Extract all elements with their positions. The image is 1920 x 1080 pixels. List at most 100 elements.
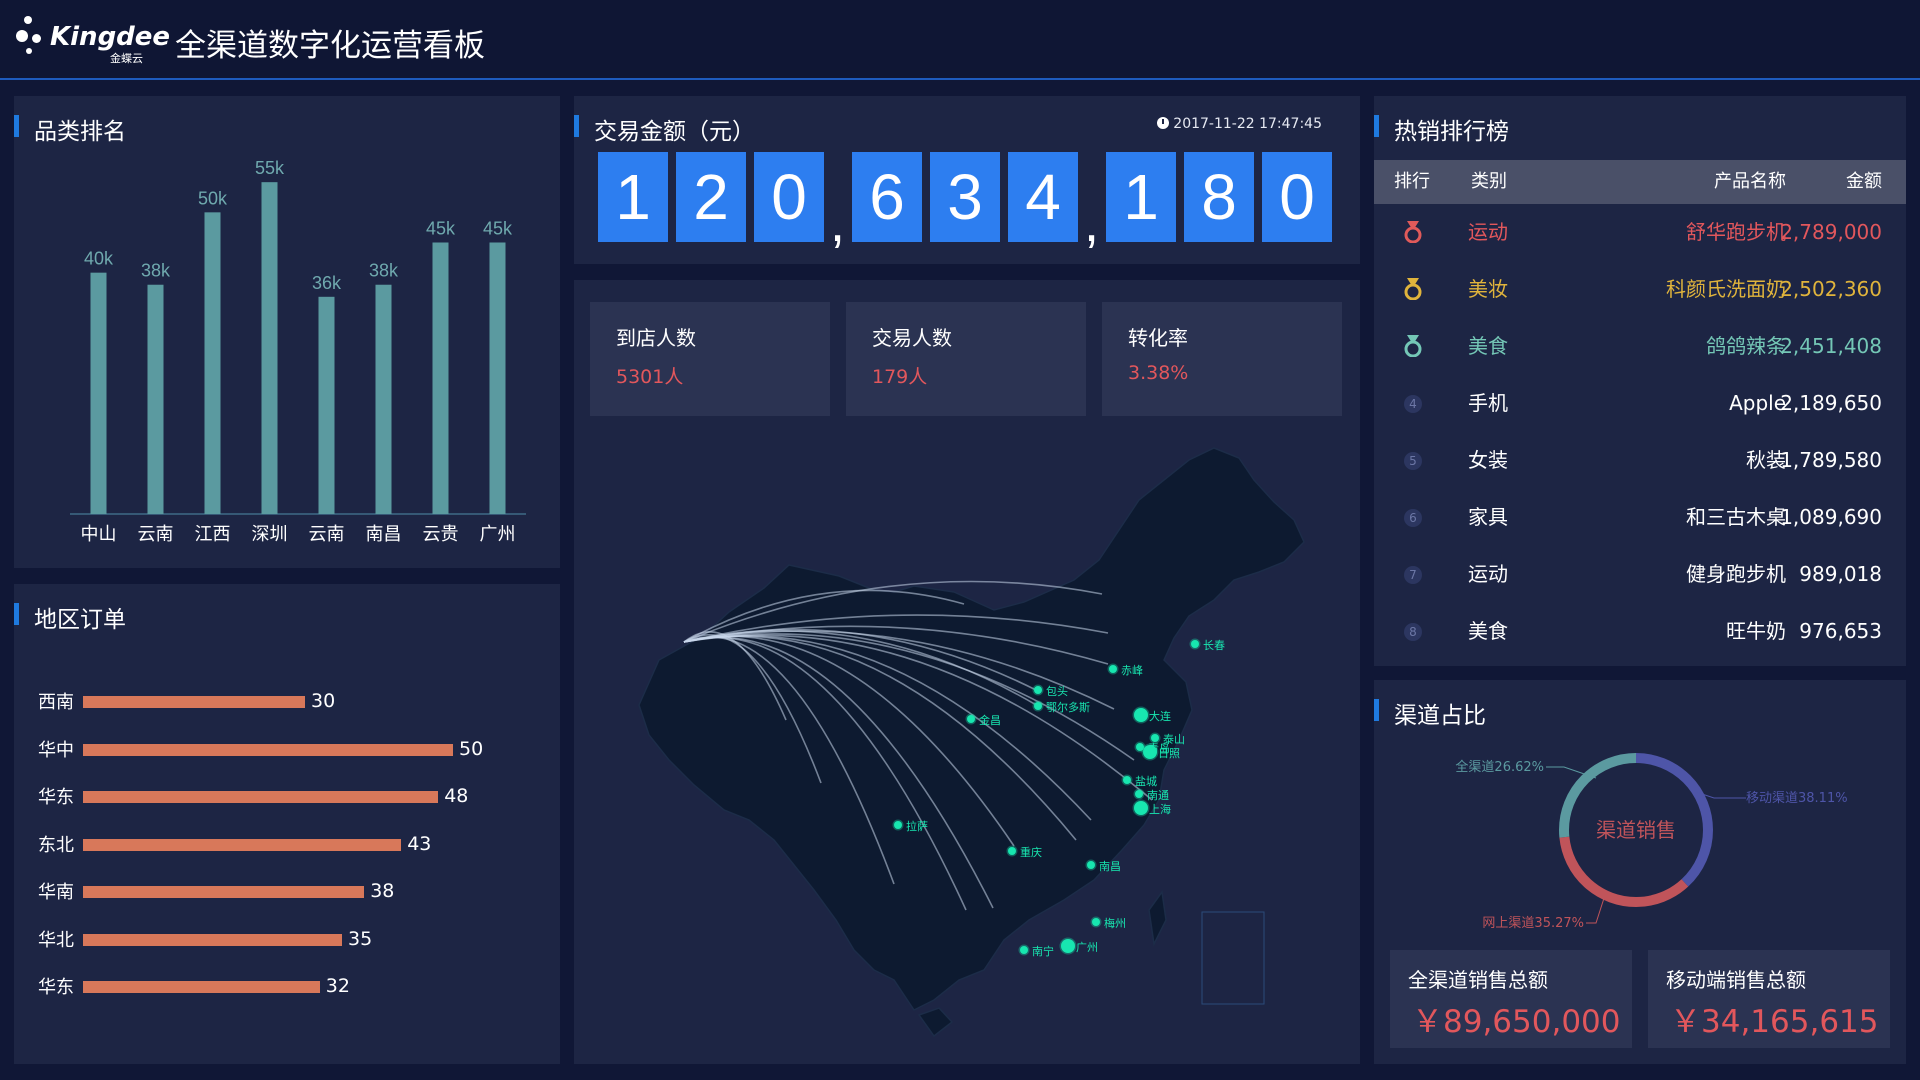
- ranking-row[interactable]: 5 女装 秋装 1,789,580: [1374, 432, 1906, 489]
- category-tick-label: 中山: [81, 524, 117, 545]
- city-label: 长春: [1203, 639, 1225, 652]
- city-marker[interactable]: [1189, 638, 1201, 650]
- category-bar[interactable]: [318, 296, 335, 514]
- category-bar-chart: 40k 中山 38k 云南 50k 江西 55k 深圳 36k 云南 38k 南昌 45k 云贵 45k 广州: [70, 158, 526, 545]
- col-amount: 金额: [1846, 171, 1882, 192]
- city-label: 包头: [1046, 685, 1068, 698]
- region-label: 华南: [38, 882, 74, 903]
- city-label: 上海: [1149, 802, 1171, 816]
- city-marker[interactable]: [1032, 700, 1044, 712]
- city-label: 盐城: [1135, 775, 1157, 788]
- ranking-row[interactable]: 4 手机 Apple 2,189,650: [1374, 375, 1906, 432]
- thousands-separator: ,: [1084, 193, 1100, 253]
- rank-number-badge: 6: [1404, 509, 1422, 527]
- category-tick-label: 云贵: [423, 524, 459, 545]
- region-bar-value: 43: [407, 832, 432, 855]
- amount-digit: 8: [1184, 152, 1254, 242]
- timestamp-text: 2017-11-22 17:47:45: [1173, 116, 1322, 132]
- region-bar[interactable]: [83, 981, 320, 993]
- region-bar[interactable]: [83, 838, 402, 851]
- amount-digit: 2: [676, 152, 746, 242]
- city-label: 青岛: [1148, 741, 1170, 755]
- category-ranking-panel: 品类排名 40k 中山 38k 云南 50k 江西 55k 深圳 36k 云南 38k 南昌 45k 云贵…: [14, 96, 560, 568]
- amount-digit: 4: [1008, 152, 1078, 242]
- hot-sales-ranking-panel: 热销排行榜 排行 类别 产品名称 金额 运动 舒华跑步机 2,789,000 美妆 科颜…: [1374, 96, 1906, 666]
- row-amount: 2,189,650: [1780, 391, 1882, 415]
- row-amount: 1,789,580: [1780, 448, 1882, 472]
- city-label: 拉萨: [906, 819, 928, 833]
- total-all-channel-sales: 全渠道销售总额 ￥89,650,000: [1390, 950, 1632, 1048]
- city-marker[interactable]: [1132, 706, 1150, 724]
- row-product: 科颜氏洗面奶: [1666, 277, 1786, 301]
- city-marker[interactable]: [1018, 944, 1030, 956]
- china-map-shape: [638, 447, 1305, 1011]
- page-title: 全渠道数字化运营看板: [175, 28, 485, 64]
- city-marker[interactable]: [1059, 937, 1077, 955]
- ranking-row[interactable]: 美食 鸽鸽辣条 2,451,408: [1374, 318, 1906, 375]
- amount-digit: 0: [1262, 152, 1332, 242]
- city-marker[interactable]: [892, 819, 904, 831]
- store-stats-map-panel: 到店人数 5301人 交易人数 179人 转化率 3.38% 长春 赤峰 包头 鄂尔多…: [574, 280, 1360, 1064]
- category-bar[interactable]: [147, 284, 164, 514]
- thousands-separator: ,: [830, 193, 846, 253]
- category-bar[interactable]: [261, 182, 278, 514]
- logo-text: Kingdee: [50, 22, 171, 52]
- city-marker[interactable]: [965, 713, 977, 725]
- ranking-row[interactable]: 6 家具 和三古木桌 1,089,690: [1374, 489, 1906, 546]
- region-label: 华东: [38, 977, 74, 998]
- ranking-row[interactable]: 8 美食 旺牛奶 976,653: [1374, 603, 1906, 660]
- amount-digit: 6: [852, 152, 922, 242]
- row-category: 运动: [1468, 220, 1508, 244]
- col-product: 产品名称: [1714, 171, 1786, 192]
- ranking-row[interactable]: 7 运动 健身跑步机 989,018: [1374, 546, 1906, 603]
- row-category: 女装: [1468, 448, 1508, 472]
- region-label: 华北: [38, 929, 74, 951]
- region-label: 西南: [38, 692, 74, 713]
- south-sea-inset: [1201, 911, 1265, 1005]
- city-marker[interactable]: [1121, 774, 1133, 786]
- category-bar[interactable]: [375, 284, 392, 514]
- logo-dot: [26, 48, 32, 54]
- total-value: ￥89,650,000: [1412, 1004, 1621, 1040]
- channel-donut-chart: 渠道销售 移动渠道38.11% 网上渠道35.27% 全渠道26.62%: [1455, 753, 1848, 931]
- category-bar[interactable]: [90, 272, 107, 514]
- region-orders-title: 地区订单: [14, 600, 126, 634]
- city-marker[interactable]: [1085, 859, 1097, 871]
- row-category: 手机: [1468, 391, 1508, 415]
- city-marker[interactable]: [1134, 741, 1146, 753]
- row-amount: 2,789,000: [1780, 220, 1882, 244]
- region-bar[interactable]: [83, 933, 342, 946]
- city-marker[interactable]: [1132, 799, 1150, 817]
- hainan-island: [917, 1007, 954, 1038]
- region-bar[interactable]: [83, 886, 365, 898]
- kingdee-logo[interactable]: Kingdee 金蝶云: [14, 12, 170, 68]
- ranking-row[interactable]: 运动 舒华跑步机 2,789,000: [1374, 204, 1906, 261]
- bar-value-label: 40k: [84, 249, 114, 269]
- bar-value-label: 36k: [312, 273, 342, 293]
- city-marker[interactable]: [1107, 663, 1119, 675]
- row-amount: 2,451,408: [1780, 334, 1882, 358]
- city-marker[interactable]: [1090, 916, 1102, 928]
- category-bar[interactable]: [204, 212, 221, 514]
- city-marker[interactable]: [1006, 845, 1018, 857]
- row-category: 美食: [1468, 619, 1508, 643]
- category-bar[interactable]: [432, 242, 449, 515]
- region-bar-value: 50: [459, 737, 484, 760]
- transaction-amount-title: 交易金额（元）: [574, 112, 755, 146]
- region-bar[interactable]: [83, 696, 305, 708]
- region-bar[interactable]: [83, 743, 453, 756]
- row-product: 和三古木桌: [1686, 505, 1786, 529]
- china-map[interactable]: 长春赤峰包头鄂尔多斯大连金昌泰山日照青岛盐城南通上海拉萨重庆南昌梅州广州南宁: [574, 280, 1360, 1064]
- region-bar-value: 30: [311, 690, 336, 712]
- city-marker[interactable]: [1133, 788, 1145, 800]
- city-marker[interactable]: [1032, 684, 1044, 696]
- ranking-row[interactable]: 美妆 科颜氏洗面奶 2,502,360: [1374, 261, 1906, 318]
- region-bar[interactable]: [83, 791, 439, 803]
- city-marker[interactable]: [1149, 732, 1161, 744]
- silver-medal-icon: [1404, 278, 1422, 300]
- rank-number-badge: 4: [1404, 395, 1422, 413]
- row-category: 美食: [1468, 334, 1508, 358]
- category-bar[interactable]: [489, 242, 506, 515]
- total-value: ￥34,165,615: [1670, 1004, 1879, 1040]
- amount-digit: 1: [1106, 152, 1176, 242]
